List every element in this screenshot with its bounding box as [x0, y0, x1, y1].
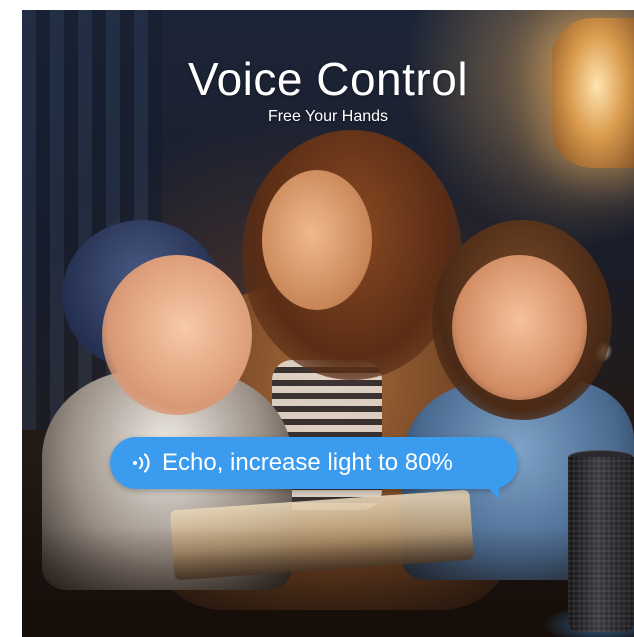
speaker-body — [568, 457, 634, 632]
hero-image: Voice Control Free Your Hands — [22, 10, 634, 637]
mother-face — [262, 170, 372, 310]
girl-face — [452, 255, 587, 400]
sound-waves-icon — [133, 453, 150, 473]
smart-speaker-icon — [568, 450, 634, 637]
headline-title: Voice Control — [187, 53, 469, 105]
voice-command-text: Echo, increase light to 80% — [162, 449, 453, 476]
voice-command-bubble: Echo, increase light to 80% — [110, 437, 518, 499]
boy-face — [102, 255, 252, 415]
bubble-tail — [486, 485, 500, 499]
headline-subtitle: Free Your Hands — [267, 108, 389, 125]
